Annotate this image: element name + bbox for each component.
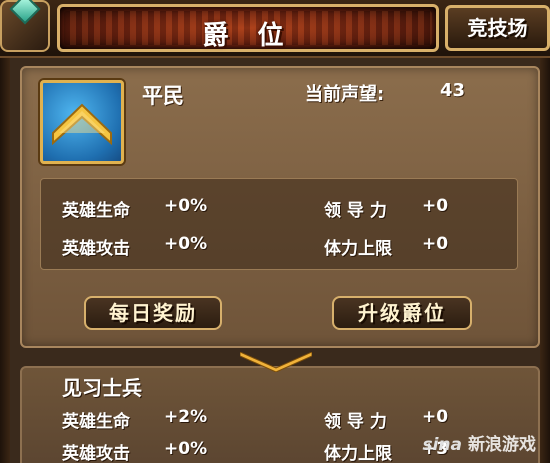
next-stamina-cap-label: 体力上限 — [324, 444, 392, 463]
sina-watermark: sina 新浪游戏 — [422, 430, 536, 455]
next-hero-atk-label: 英雄攻击 — [62, 444, 130, 463]
daily-reward-button[interactable]: 每日奖励 — [84, 296, 222, 330]
next-hero-hp-label: 英雄生命 — [62, 412, 130, 432]
watermark-text: 新浪游戏 — [468, 435, 536, 455]
current-rank-name: 平民 — [142, 84, 184, 108]
hero-atk-value: +0% — [164, 234, 208, 254]
hero-hp-label: 英雄生命 — [62, 201, 130, 221]
leadership-value: +0 — [422, 196, 449, 216]
stamina-cap-value: +0 — [422, 234, 449, 254]
arena-button[interactable]: 竞技场 — [445, 5, 550, 51]
gem-icon — [9, 0, 41, 25]
upgrade-rank-button[interactable]: 升级爵位 — [332, 296, 472, 330]
next-hero-atk-value: +0% — [164, 439, 208, 459]
page-title: 爵 位 — [202, 21, 294, 51]
top-bar: 爵 位 竞技场 — [0, 0, 550, 58]
next-leadership-value: +0 — [422, 407, 449, 427]
title-plate: 爵 位 — [57, 4, 439, 52]
hero-hp-value: +0% — [164, 196, 208, 216]
frame-left — [0, 58, 10, 463]
frame-right — [540, 58, 550, 463]
next-leadership-label: 领 导 力 — [324, 412, 387, 432]
stamina-cap-label: 体力上限 — [324, 239, 392, 259]
corner-ornament — [0, 0, 50, 52]
next-rank-name: 见习士兵 — [62, 376, 142, 400]
reputation-label: 当前声望: — [305, 84, 385, 105]
sina-logo: sina — [422, 435, 462, 455]
chevron-down-icon — [240, 352, 312, 372]
reputation-value: 43 — [440, 80, 466, 101]
next-hero-hp-value: +2% — [164, 407, 208, 427]
hero-atk-label: 英雄攻击 — [62, 239, 130, 259]
chevron-up-rank-icon — [40, 80, 124, 164]
leadership-label: 领 导 力 — [324, 201, 387, 221]
